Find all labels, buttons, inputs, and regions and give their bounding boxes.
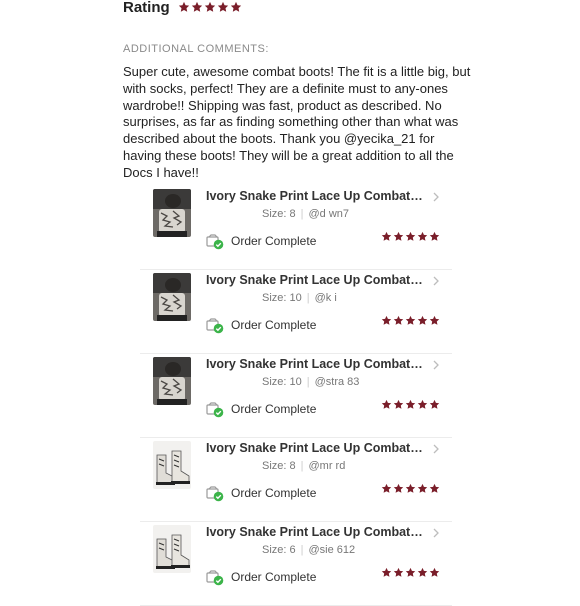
- buyer-username: @d wn7: [308, 208, 350, 220]
- star-icon: [381, 567, 392, 578]
- star-icon: [405, 315, 416, 326]
- product-thumbnail[interactable]: [153, 357, 191, 405]
- star-icon: [393, 567, 404, 578]
- star-icon: [393, 483, 404, 494]
- star-icon: [393, 231, 404, 242]
- product-title[interactable]: Ivory Snake Print Lace Up Combat B...: [206, 357, 424, 371]
- star-icon: [204, 1, 216, 13]
- order-card[interactable]: Ivory Snake Print Lace Up Combat B... Si…: [140, 522, 452, 606]
- star-icon: [381, 483, 392, 494]
- order-rating-stars: [381, 567, 440, 578]
- star-icon: [393, 399, 404, 410]
- product-title[interactable]: Ivory Snake Print Lace Up Combat B...: [206, 525, 424, 539]
- buyer-username: @stra 83: [314, 376, 360, 388]
- order-status: Order Complete: [231, 570, 317, 584]
- star-icon: [429, 399, 440, 410]
- buyer-username: @sie 612: [308, 544, 356, 556]
- order-status: Order Complete: [231, 234, 317, 248]
- order-rating-stars: [381, 315, 440, 326]
- star-icon: [417, 315, 428, 326]
- order-meta: Size: 10 | @stra 83: [262, 376, 359, 388]
- star-icon: [417, 483, 428, 494]
- product-thumbnail[interactable]: [153, 273, 191, 321]
- comments-heading: ADDITIONAL COMMENTS:: [123, 43, 269, 55]
- size-text: Size: 10: [262, 292, 302, 304]
- comments-text: Super cute, awesome combat boots! The fi…: [123, 64, 471, 180]
- order-complete-icon: [206, 486, 224, 502]
- product-title[interactable]: Ivory Snake Print Lace Up Combat B...: [206, 189, 424, 203]
- product-thumbnail[interactable]: [153, 525, 191, 573]
- order-complete-icon: [206, 570, 224, 586]
- order-rating-stars: [381, 399, 440, 410]
- star-icon: [405, 483, 416, 494]
- order-meta: Size: 8 | @d wn7: [262, 208, 349, 220]
- star-icon: [429, 567, 440, 578]
- order-card[interactable]: Ivory Snake Print Lace Up Combat B... Si…: [140, 270, 452, 354]
- rating-row: Rating: [123, 0, 242, 18]
- star-icon: [178, 1, 190, 13]
- chevron-right-icon[interactable]: [432, 528, 440, 538]
- star-icon: [429, 483, 440, 494]
- size-text: Size: 6: [262, 544, 296, 556]
- star-icon: [405, 399, 416, 410]
- order-card[interactable]: Ivory Snake Print Lace Up Combat B... Si…: [140, 186, 452, 270]
- rating-stars: [178, 1, 242, 13]
- product-thumbnail[interactable]: [153, 189, 191, 237]
- order-rating-stars: [381, 483, 440, 494]
- chevron-right-icon[interactable]: [432, 192, 440, 202]
- order-meta: Size: 10 | @k i: [262, 292, 337, 304]
- star-icon: [417, 567, 428, 578]
- order-complete-icon: [206, 318, 224, 334]
- orders-list: Ivory Snake Print Lace Up Combat B... Si…: [140, 186, 452, 606]
- star-icon: [381, 399, 392, 410]
- star-icon: [417, 231, 428, 242]
- separator: |: [300, 460, 304, 472]
- star-icon: [405, 231, 416, 242]
- order-status: Order Complete: [231, 318, 317, 332]
- product-thumbnail[interactable]: [153, 441, 191, 489]
- star-icon: [191, 1, 203, 13]
- buyer-username: @mr rd: [308, 460, 346, 472]
- separator: |: [300, 544, 304, 556]
- product-title[interactable]: Ivory Snake Print Lace Up Combat B...: [206, 441, 424, 455]
- star-icon: [230, 1, 242, 13]
- size-text: Size: 8: [262, 460, 296, 472]
- star-icon: [393, 315, 404, 326]
- order-card[interactable]: Ivory Snake Print Lace Up Combat B... Si…: [140, 354, 452, 438]
- chevron-right-icon[interactable]: [432, 360, 440, 370]
- star-icon: [381, 315, 392, 326]
- star-icon: [417, 399, 428, 410]
- order-meta: Size: 8 | @mr rd: [262, 460, 345, 472]
- order-card[interactable]: Ivory Snake Print Lace Up Combat B... Si…: [140, 438, 452, 522]
- order-meta: Size: 6 | @sie 612: [262, 544, 355, 556]
- star-icon: [405, 567, 416, 578]
- star-icon: [217, 1, 229, 13]
- rating-label: Rating: [123, 0, 170, 16]
- order-status: Order Complete: [231, 402, 317, 416]
- chevron-right-icon[interactable]: [432, 276, 440, 286]
- order-status: Order Complete: [231, 486, 317, 500]
- product-title[interactable]: Ivory Snake Print Lace Up Combat B...: [206, 273, 424, 287]
- star-icon: [429, 231, 440, 242]
- order-complete-icon: [206, 402, 224, 418]
- star-icon: [429, 315, 440, 326]
- size-text: Size: 8: [262, 208, 296, 220]
- size-text: Size: 10: [262, 376, 302, 388]
- order-complete-icon: [206, 234, 224, 250]
- order-rating-stars: [381, 231, 440, 242]
- star-icon: [381, 231, 392, 242]
- chevron-right-icon[interactable]: [432, 444, 440, 454]
- buyer-username: @k i: [314, 292, 337, 304]
- separator: |: [306, 292, 310, 304]
- separator: |: [306, 376, 310, 388]
- separator: |: [300, 208, 304, 220]
